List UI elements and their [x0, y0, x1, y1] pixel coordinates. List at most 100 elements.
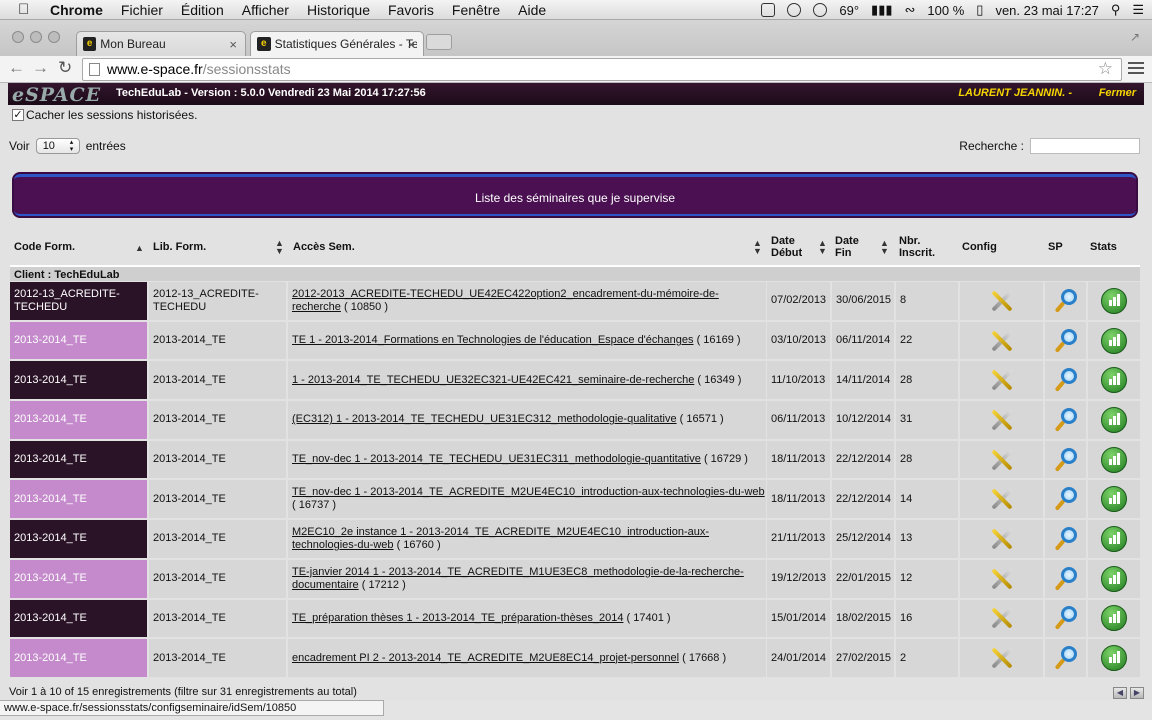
stats-chart-icon[interactable]	[1101, 327, 1127, 354]
wifi-icon[interactable]: ∾	[905, 2, 916, 18]
search-input[interactable]	[1030, 138, 1140, 154]
menu-historique[interactable]: Historique	[307, 2, 370, 18]
cell-start: 21/11/2013	[767, 520, 830, 558]
apple-icon[interactable]: 	[18, 1, 36, 18]
menu-aide[interactable]: Aide	[518, 2, 546, 18]
seminar-link[interactable]: TE_nov-dec 1 - 2013-2014_TE_ACREDITE_M2U…	[292, 486, 765, 498]
battery-level[interactable]: 100 %	[927, 3, 964, 18]
stats-chart-icon[interactable]	[1101, 605, 1127, 632]
page-length-select[interactable]: 10	[35, 138, 80, 154]
config-tools-icon[interactable]	[988, 486, 1016, 512]
back-icon[interactable]: ←	[8, 58, 25, 78]
tab-close-icon[interactable]: ×	[229, 37, 237, 52]
memory-icon[interactable]: ▮▮▮	[871, 2, 892, 18]
seminar-link[interactable]: (EC312) 1 - 2013-2014_TE_TECHEDU_UE31EC3…	[292, 413, 677, 425]
col-end[interactable]: Date Fin	[835, 229, 859, 265]
seminar-link[interactable]: TE_nov-dec 1 - 2013-2014_TE_TECHEDU_UE31…	[292, 453, 701, 465]
reload-icon[interactable]: ↻	[58, 58, 72, 78]
config-tools-icon[interactable]	[988, 288, 1016, 314]
menu-fenetre[interactable]: Fenêtre	[452, 2, 500, 18]
config-tools-icon[interactable]	[988, 407, 1016, 433]
menu-fichier[interactable]: Fichier	[121, 2, 163, 18]
seminar-link[interactable]: encadrement PI 2 - 2013-2014_TE_ACREDITE…	[292, 652, 679, 664]
stats-chart-icon[interactable]	[1101, 645, 1127, 672]
window-minimize-button[interactable]	[30, 31, 42, 43]
menu-favoris[interactable]: Favoris	[388, 2, 434, 18]
magnifier-icon[interactable]	[1053, 288, 1079, 314]
cell-count: 28	[896, 440, 958, 479]
config-tools-icon[interactable]	[988, 605, 1016, 631]
notification-list-icon[interactable]: ☰	[1132, 2, 1144, 18]
cell-config	[960, 282, 1043, 320]
sort-icon[interactable]: ▲ ▼	[818, 239, 827, 256]
stats-chart-icon[interactable]	[1101, 565, 1127, 592]
sync-icon[interactable]	[813, 3, 828, 17]
forward-icon[interactable]: →	[32, 58, 49, 78]
logout-link[interactable]: Fermer	[1099, 87, 1136, 99]
new-tab-button[interactable]	[426, 34, 452, 50]
col-start[interactable]: Date Début	[771, 229, 802, 265]
magnifier-icon[interactable]	[1053, 526, 1079, 552]
sort-icon[interactable]: ▲ ▼	[880, 239, 889, 256]
window-zoom-button[interactable]	[48, 31, 60, 43]
col-count[interactable]: Nbr. Inscrit.	[899, 229, 935, 265]
stats-chart-icon[interactable]	[1101, 406, 1127, 433]
stats-chart-icon[interactable]	[1101, 287, 1127, 314]
sort-icon[interactable]: ▲ ▼	[275, 239, 284, 256]
config-tools-icon[interactable]	[988, 645, 1016, 671]
weather-temp[interactable]: 69°	[839, 3, 859, 18]
section-banner: Liste des séminaires que je supervise	[14, 174, 1136, 216]
fullscreen-icon[interactable]: ↗	[1130, 30, 1140, 44]
config-tools-icon[interactable]	[988, 447, 1016, 473]
tab-mon-bureau[interactable]: e Mon Bureau ×	[76, 31, 246, 56]
s-icon[interactable]	[761, 3, 776, 17]
seminar-link[interactable]: TE-janvier 2014 1 - 2013-2014_TE_ACREDIT…	[292, 566, 744, 591]
hide-history-option[interactable]: ✓ Cacher les sessions historisées.	[12, 108, 197, 122]
clock[interactable]: ven. 23 mai 17:27	[995, 3, 1098, 18]
col-lib[interactable]: Lib. Form.	[153, 229, 206, 265]
table-row: 2013-2014_TE 2013-2014_TE TE_préparation t…	[10, 599, 1140, 639]
tab-close-icon[interactable]: ×	[407, 37, 415, 52]
menu-edition[interactable]: Édition	[181, 2, 224, 18]
magnifier-icon[interactable]	[1053, 486, 1079, 512]
window-close-button[interactable]	[12, 31, 24, 43]
stats-chart-icon[interactable]	[1101, 486, 1127, 513]
col-access[interactable]: Accès Sem.	[293, 229, 355, 265]
magnifier-icon[interactable]	[1053, 447, 1079, 473]
magnifier-icon[interactable]	[1053, 328, 1079, 354]
config-tools-icon[interactable]	[988, 367, 1016, 393]
sort-icon[interactable]: ▲ ▼	[753, 239, 762, 256]
magnifier-icon[interactable]	[1053, 407, 1079, 433]
battery-icon[interactable]: ▯	[976, 2, 983, 18]
menu-afficher[interactable]: Afficher	[242, 2, 289, 18]
chrome-menu-icon[interactable]	[1128, 59, 1144, 75]
col-label: Fin	[835, 247, 852, 259]
magnifier-icon[interactable]	[1053, 605, 1079, 631]
bookmark-star-icon[interactable]: ☆	[1098, 58, 1113, 79]
stats-chart-icon[interactable]	[1101, 367, 1127, 394]
address-bar[interactable]: www.e-space.fr/sessionsstats ☆	[82, 58, 1122, 81]
config-tools-icon[interactable]	[988, 566, 1016, 592]
seminar-link[interactable]: TE_préparation thèses 1 - 2013-2014_TE_p…	[292, 612, 623, 624]
cell-end: 22/12/2014	[832, 480, 894, 519]
hide-history-checkbox[interactable]: ✓	[12, 109, 24, 121]
col-code[interactable]: Code Form.	[14, 229, 75, 265]
tab-statistiques[interactable]: e Statistiques Générales - Te ×	[250, 31, 424, 56]
magnifier-icon[interactable]	[1053, 367, 1079, 393]
cell-end: 25/12/2014	[832, 520, 894, 558]
magnifier-icon[interactable]	[1053, 566, 1079, 592]
seminar-link[interactable]: 1 - 2013-2014_TE_TECHEDU_UE32EC321-UE42E…	[292, 374, 694, 386]
config-tools-icon[interactable]	[988, 526, 1016, 552]
next-page-button[interactable]: ▶	[1130, 687, 1144, 699]
magnifier-icon[interactable]	[1053, 645, 1079, 671]
prev-page-button[interactable]: ◀	[1113, 687, 1127, 699]
config-tools-icon[interactable]	[988, 328, 1016, 354]
stats-chart-icon[interactable]	[1101, 525, 1127, 552]
seminar-link[interactable]: M2EC10_2e instance 1 - 2013-2014_TE_ACRE…	[292, 526, 709, 551]
stats-chart-icon[interactable]	[1101, 446, 1127, 473]
seminar-link[interactable]: TE 1 - 2013-2014_Formations en Technolog…	[292, 334, 694, 346]
menu-app[interactable]: Chrome	[50, 2, 103, 18]
sort-asc-icon[interactable]: ▲	[135, 243, 144, 253]
spotlight-icon[interactable]: ⚲	[1111, 2, 1121, 18]
record-icon[interactable]	[787, 3, 802, 17]
